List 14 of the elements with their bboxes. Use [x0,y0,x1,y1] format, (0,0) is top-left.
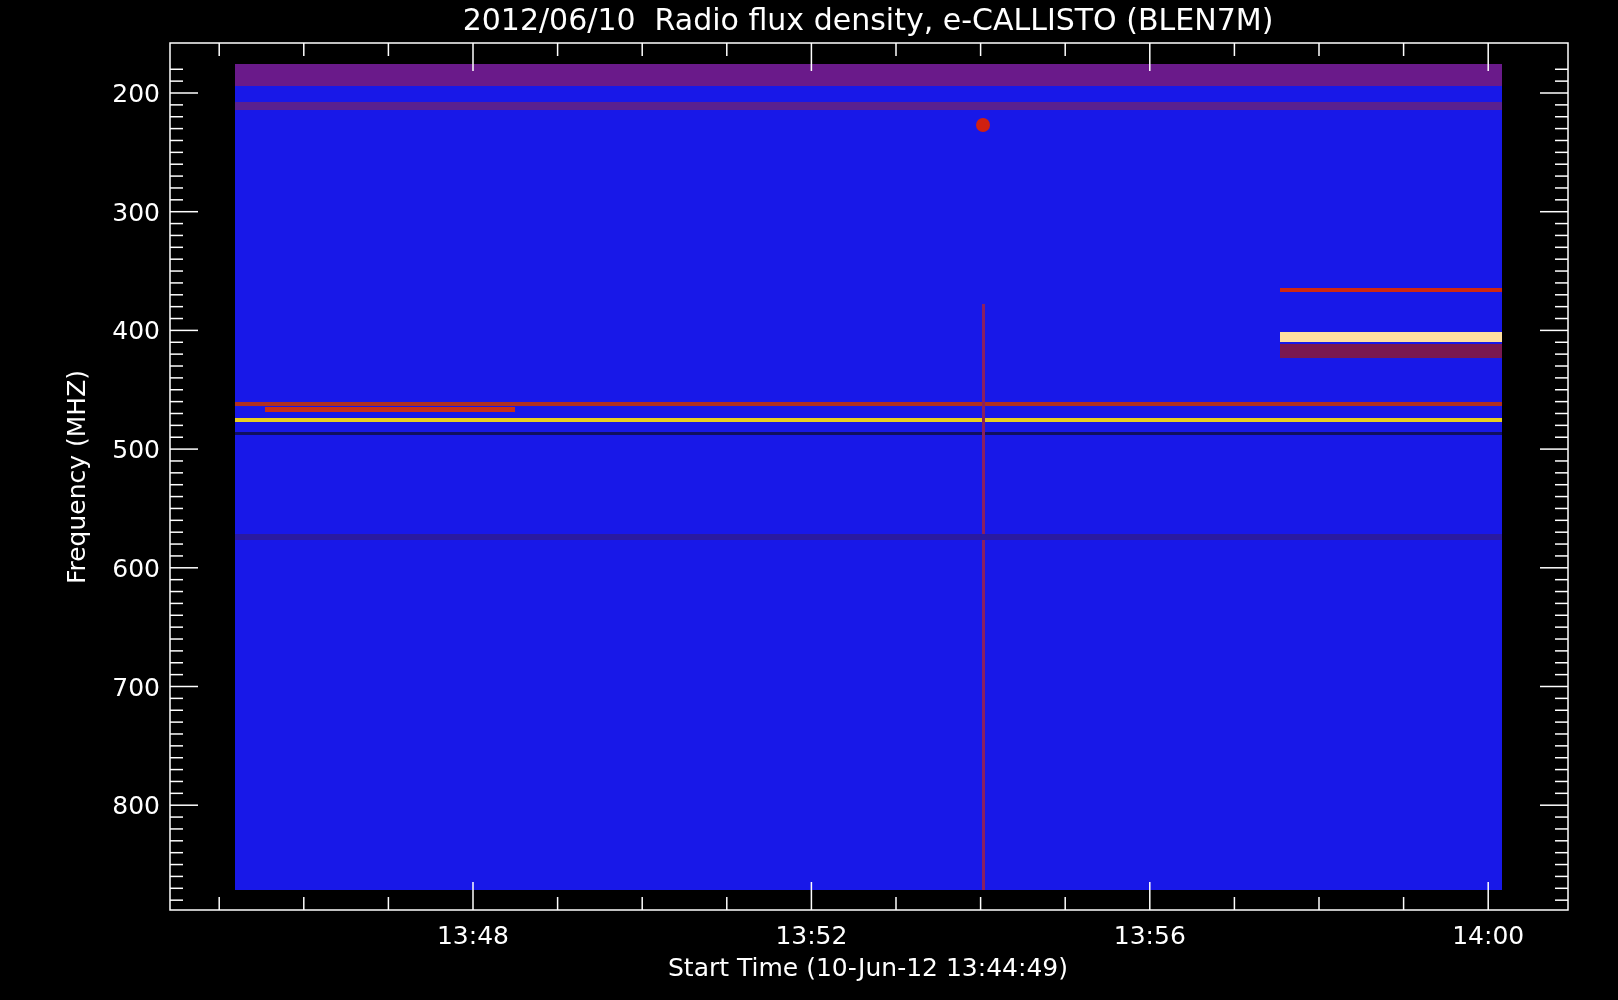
chart-title: 2012/06/10 Radio flux density, e-CALLISTO (BLEN7M) [462,2,1274,37]
tick-label: 600 [112,553,160,583]
tick-label: 300 [112,197,160,227]
tick-label: 14:00 [1452,921,1525,950]
tick-label: 700 [112,672,160,702]
axis-title: Frequency (MHZ) [62,369,91,585]
tick-label: 800 [112,791,160,821]
tick-label: 400 [112,316,160,346]
tick-label: 13:52 [775,921,848,950]
tick-label: 200 [112,79,160,108]
tick-label: 13:56 [1113,921,1186,950]
tick-label: 500 [112,435,160,465]
tick-label: 13:48 [437,921,509,950]
axis-title: Start Time (10-Jun-12 13:44:49) [668,953,1068,982]
